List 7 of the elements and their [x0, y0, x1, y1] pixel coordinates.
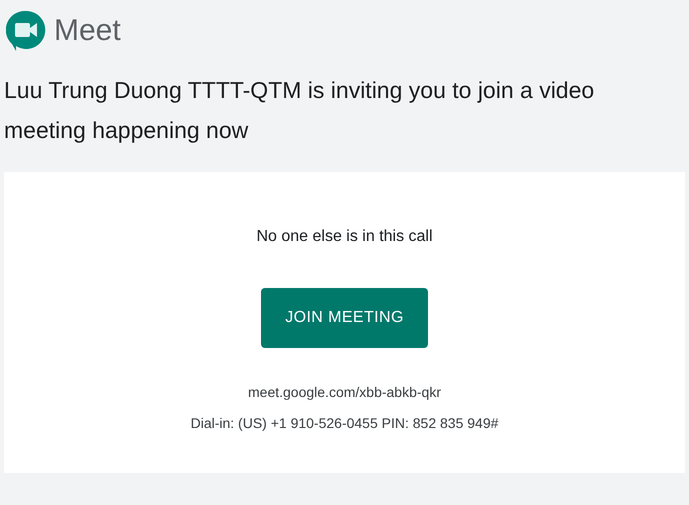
camera-logo-icon: [6, 10, 46, 52]
meeting-link[interactable]: meet.google.com/xbb-abkb-qkr: [248, 382, 441, 403]
dial-in-text: Dial-in: (US) +1 910-526-0455 PIN: 852 835 949#: [190, 414, 498, 433]
invitation-text: Luu Trung Duong TTTT-QTM is inviting you to join a video meeting happening now: [3, 76, 596, 145]
join-meeting-button[interactable]: JOIN MEETING: [261, 288, 428, 348]
app-name: Meet: [54, 13, 121, 49]
status-text: No one else is in this call: [256, 227, 433, 247]
